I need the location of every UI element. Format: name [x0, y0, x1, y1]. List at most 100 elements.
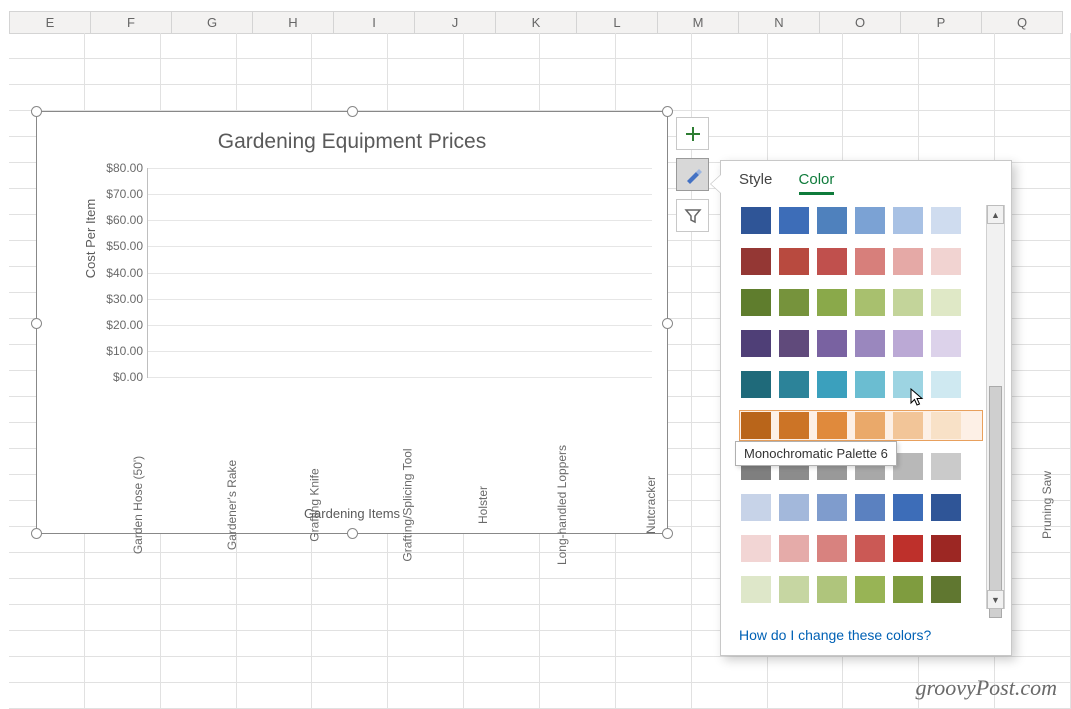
color-swatch[interactable] — [931, 371, 961, 398]
color-swatch[interactable] — [855, 535, 885, 562]
column-header[interactable]: I — [334, 11, 415, 34]
chart-elements-button[interactable] — [676, 117, 709, 150]
color-swatch[interactable] — [779, 412, 809, 439]
color-swatch[interactable] — [779, 330, 809, 357]
color-swatch[interactable] — [893, 289, 923, 316]
color-swatch[interactable] — [855, 576, 885, 603]
scroll-thumb[interactable] — [989, 386, 1002, 618]
palette-row[interactable] — [739, 328, 983, 359]
color-swatch[interactable] — [817, 289, 847, 316]
color-swatch[interactable] — [931, 412, 961, 439]
palette-row[interactable] — [739, 410, 983, 441]
column-header[interactable]: N — [739, 11, 820, 34]
color-swatch[interactable] — [893, 494, 923, 521]
color-swatch[interactable] — [817, 412, 847, 439]
color-swatch[interactable] — [931, 453, 961, 480]
color-swatch[interactable] — [855, 371, 885, 398]
color-swatch[interactable] — [779, 248, 809, 275]
palette-row[interactable] — [739, 287, 983, 318]
color-swatch[interactable] — [817, 371, 847, 398]
scroll-down-button[interactable]: ▼ — [987, 590, 1004, 609]
color-swatch[interactable] — [817, 576, 847, 603]
embedded-chart[interactable]: Gardening Equipment Prices Cost Per Item… — [36, 111, 668, 534]
color-swatch[interactable] — [779, 576, 809, 603]
y-axis-label[interactable]: Cost Per Item — [83, 199, 98, 278]
column-header[interactable]: H — [253, 11, 334, 34]
column-header[interactable]: F — [91, 11, 172, 34]
color-swatch[interactable] — [893, 453, 923, 480]
resize-handle[interactable] — [662, 318, 673, 329]
column-header[interactable]: O — [820, 11, 901, 34]
color-swatch[interactable] — [817, 207, 847, 234]
column-header[interactable]: J — [415, 11, 496, 34]
color-swatch[interactable] — [817, 535, 847, 562]
color-swatch[interactable] — [779, 494, 809, 521]
column-header[interactable]: L — [577, 11, 658, 34]
color-swatch[interactable] — [741, 535, 771, 562]
color-swatch[interactable] — [855, 207, 885, 234]
palette-row[interactable] — [739, 574, 983, 605]
color-swatch[interactable] — [741, 207, 771, 234]
color-swatch[interactable] — [893, 371, 923, 398]
column-header[interactable]: E — [9, 11, 91, 34]
color-swatch[interactable] — [779, 371, 809, 398]
palette-row[interactable] — [739, 492, 983, 523]
color-swatch[interactable] — [893, 576, 923, 603]
color-swatch[interactable] — [779, 289, 809, 316]
color-swatch[interactable] — [855, 289, 885, 316]
column-header[interactable]: P — [901, 11, 982, 34]
resize-handle[interactable] — [31, 528, 42, 539]
color-swatch[interactable] — [741, 576, 771, 603]
chart-filters-button[interactable] — [676, 199, 709, 232]
color-swatch[interactable] — [931, 494, 961, 521]
plot-area[interactable]: $0.00$10.00$20.00$30.00$40.00$50.00$60.0… — [147, 168, 652, 378]
color-swatch[interactable] — [741, 289, 771, 316]
palette-row[interactable] — [739, 369, 983, 400]
resize-handle[interactable] — [31, 106, 42, 117]
column-header[interactable]: K — [496, 11, 577, 34]
color-swatch[interactable] — [855, 248, 885, 275]
color-swatch[interactable] — [893, 207, 923, 234]
scroll-up-button[interactable]: ▲ — [987, 205, 1004, 224]
color-swatch[interactable] — [741, 412, 771, 439]
resize-handle[interactable] — [662, 106, 673, 117]
color-swatch[interactable] — [931, 207, 961, 234]
palette-row[interactable] — [739, 533, 983, 564]
chart-styles-button[interactable] — [676, 158, 709, 191]
column-header[interactable]: Q — [982, 11, 1063, 34]
x-axis-label[interactable]: Gardening Items — [37, 506, 667, 521]
color-swatch[interactable] — [817, 330, 847, 357]
color-swatch[interactable] — [855, 494, 885, 521]
tab-color[interactable]: Color — [799, 171, 835, 195]
color-swatch[interactable] — [893, 535, 923, 562]
color-swatch[interactable] — [855, 412, 885, 439]
color-swatch[interactable] — [779, 207, 809, 234]
color-swatch[interactable] — [817, 248, 847, 275]
color-swatch[interactable] — [893, 248, 923, 275]
tab-style[interactable]: Style — [739, 171, 772, 192]
color-swatch[interactable] — [931, 330, 961, 357]
color-swatch[interactable] — [931, 289, 961, 316]
color-swatch[interactable] — [893, 412, 923, 439]
chart-title[interactable]: Gardening Equipment Prices — [37, 112, 667, 160]
color-swatch[interactable] — [931, 535, 961, 562]
color-swatch[interactable] — [741, 330, 771, 357]
column-header[interactable]: G — [172, 11, 253, 34]
color-swatch[interactable] — [931, 248, 961, 275]
color-swatch[interactable] — [741, 371, 771, 398]
color-swatch[interactable] — [817, 494, 847, 521]
resize-handle[interactable] — [347, 106, 358, 117]
resize-handle[interactable] — [31, 318, 42, 329]
color-swatch[interactable] — [741, 494, 771, 521]
help-link[interactable]: How do I change these colors? — [739, 627, 931, 643]
palette-row[interactable] — [739, 205, 983, 236]
palette-row[interactable] — [739, 246, 983, 277]
color-swatch[interactable] — [855, 330, 885, 357]
scrollbar[interactable]: ▲ ▼ — [986, 205, 1005, 609]
color-swatch[interactable] — [893, 330, 923, 357]
column-header[interactable]: M — [658, 11, 739, 34]
color-swatch[interactable] — [779, 535, 809, 562]
palette-list[interactable] — [739, 205, 983, 609]
color-swatch[interactable] — [931, 576, 961, 603]
color-swatch[interactable] — [741, 248, 771, 275]
